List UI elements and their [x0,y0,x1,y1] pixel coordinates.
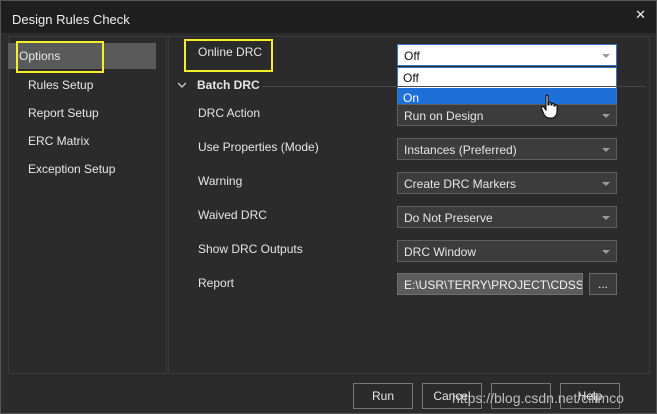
use-properties-select[interactable]: Instances (Preferred) [397,138,617,160]
title-bar: Design Rules Check ✕ [1,1,656,33]
online-drc-select[interactable]: Off [397,44,617,66]
drc-action-value: Run on Design [404,109,484,123]
dialog-title: Design Rules Check [12,12,130,27]
sidebar-item-label: ERC Matrix [28,134,90,148]
show-drc-outputs-label: Show DRC Outputs [198,242,303,256]
highlight-box-online-drc [184,39,273,72]
chevron-down-icon[interactable] [178,81,186,89]
highlight-box-options [16,41,104,73]
waived-drc-value: Do Not Preserve [404,211,493,225]
online-drc-value: Off [404,49,420,63]
waived-drc-select[interactable]: Do Not Preserve [397,206,617,228]
waived-drc-label: Waived DRC [198,208,267,222]
report-label: Report [198,276,235,290]
sidebar-item-rules-setup[interactable]: Rules Setup [28,72,93,98]
warning-select[interactable]: Create DRC Markers [397,172,617,194]
online-drc-option-off[interactable]: Off [398,68,616,88]
hand-cursor-icon [540,94,558,119]
sidebar-item-erc-matrix[interactable]: ERC Matrix [28,128,89,154]
report-path-field[interactable]: E:\USR\TERRY\PROJECT\CDSS [397,273,583,295]
drc-action-label: DRC Action [198,106,261,120]
batch-drc-section-title: Batch DRC [197,78,260,92]
sidebar-item-label: Exception Setup [28,162,116,176]
warning-label: Warning [198,174,243,188]
sidebar-item-exception-setup[interactable]: Exception Setup [28,156,115,182]
dropdown-arrow-icon [602,114,610,118]
sidebar-item-report-setup[interactable]: Report Setup [28,100,99,126]
sidebar-item-label: Rules Setup [28,78,94,92]
drc-action-select[interactable]: Run on Design [397,104,617,126]
run-button[interactable]: Run [353,383,413,409]
dropdown-arrow-icon [602,182,610,186]
section-divider [263,86,645,87]
use-properties-value: Instances (Preferred) [404,143,517,157]
dropdown-arrow-icon [602,216,610,220]
sidebar-item-label: Report Setup [28,106,99,120]
show-drc-outputs-select[interactable]: DRC Window [397,240,617,262]
online-drc-dropdown: Off On [397,67,617,109]
close-icon[interactable]: ✕ [635,7,646,23]
browse-button[interactable]: ... [589,273,617,295]
dropdown-arrow-icon [602,250,610,254]
show-drc-outputs-value: DRC Window [404,245,477,259]
dropdown-arrow-icon [602,148,610,152]
warning-value: Create DRC Markers [404,177,517,191]
watermark-text: https://blog.csdn.net/cilimco [452,390,624,406]
dropdown-arrow-icon [602,54,610,58]
use-properties-label: Use Properties (Mode) [198,140,319,154]
